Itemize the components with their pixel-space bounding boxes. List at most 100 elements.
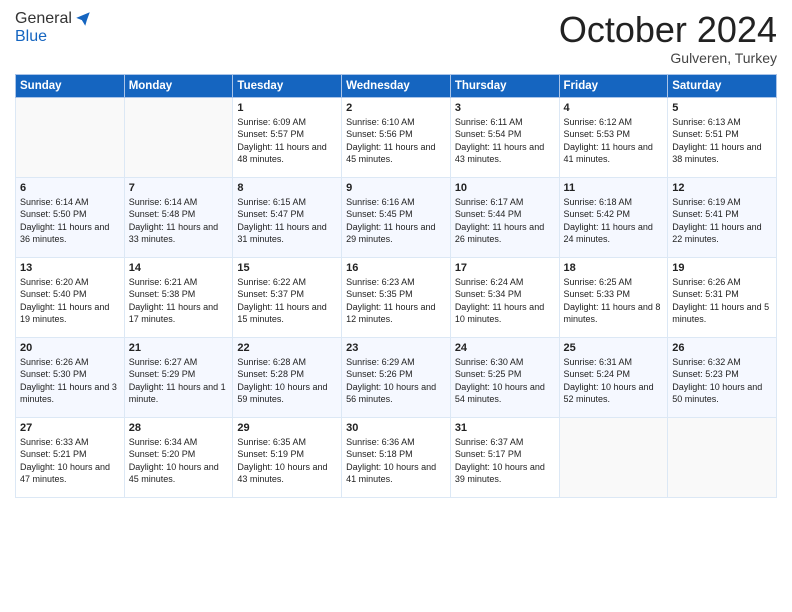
day-number: 2 xyxy=(346,102,446,114)
day-info: Sunrise: 6:36 AMSunset: 5:18 PMDaylight:… xyxy=(346,436,446,486)
title-block: October 2024 Gulveren, Turkey xyxy=(559,10,777,66)
day-number: 27 xyxy=(20,422,120,434)
calendar-header-row: SundayMondayTuesdayWednesdayThursdayFrid… xyxy=(16,74,777,97)
day-info: Sunrise: 6:12 AMSunset: 5:53 PMDaylight:… xyxy=(564,116,664,166)
day-info: Sunrise: 6:11 AMSunset: 5:54 PMDaylight:… xyxy=(455,116,555,166)
calendar-cell: 11 Sunrise: 6:18 AMSunset: 5:42 PMDayligh… xyxy=(559,177,668,257)
day-number: 25 xyxy=(564,342,664,354)
logo: General Blue xyxy=(15,10,92,46)
day-info: Sunrise: 6:34 AMSunset: 5:20 PMDaylight:… xyxy=(129,436,229,486)
calendar-cell: 2 Sunrise: 6:10 AMSunset: 5:56 PMDaylight… xyxy=(342,97,451,177)
day-number: 5 xyxy=(672,102,772,114)
day-info: Sunrise: 6:15 AMSunset: 5:47 PMDaylight:… xyxy=(237,196,337,246)
day-info: Sunrise: 6:20 AMSunset: 5:40 PMDaylight:… xyxy=(20,276,120,326)
calendar-cell xyxy=(16,97,125,177)
calendar-cell: 9 Sunrise: 6:16 AMSunset: 5:45 PMDaylight… xyxy=(342,177,451,257)
calendar-day-header: Tuesday xyxy=(233,74,342,97)
calendar-cell: 23Sunrise: 6:29 AMSunset: 5:26 PMDayligh… xyxy=(342,337,451,417)
day-info: Sunrise: 6:25 AMSunset: 5:33 PMDaylight:… xyxy=(564,276,664,326)
calendar-cell: 5 Sunrise: 6:13 AMSunset: 5:51 PMDaylight… xyxy=(668,97,777,177)
calendar-day-header: Wednesday xyxy=(342,74,451,97)
calendar-cell: 28 Sunrise: 6:34 AMSunset: 5:20 PMDayligh… xyxy=(124,417,233,497)
calendar-table: SundayMondayTuesdayWednesdayThursdayFrid… xyxy=(15,74,777,498)
day-number: 31 xyxy=(455,422,555,434)
day-number: 3 xyxy=(455,102,555,114)
day-number: 30 xyxy=(346,422,446,434)
calendar-cell: 16 Sunrise: 6:23 AMSunset: 5:35 PMDayligh… xyxy=(342,257,451,337)
calendar-day-header: Sunday xyxy=(16,74,125,97)
day-number: 11 xyxy=(564,182,664,194)
day-number: 8 xyxy=(237,182,337,194)
calendar-cell xyxy=(559,417,668,497)
day-info: Sunrise: 6:29 AMSunset: 5:26 PMDaylight:… xyxy=(346,356,446,406)
calendar-cell: 24 Sunrise: 6:30 AMSunset: 5:25 PMDayligh… xyxy=(450,337,559,417)
day-info: Sunrise: 6:22 AMSunset: 5:37 PMDaylight:… xyxy=(237,276,337,326)
day-number: 19 xyxy=(672,262,772,274)
day-number: 29 xyxy=(237,422,337,434)
day-number: 9 xyxy=(346,182,446,194)
day-info: Sunrise: 6:21 AMSunset: 5:38 PMDaylight:… xyxy=(129,276,229,326)
logo-blue-text: Blue xyxy=(15,28,47,45)
day-info: Sunrise: 6:33 AMSunset: 5:21 PMDaylight:… xyxy=(20,436,120,486)
calendar-cell: 22Sunrise: 6:28 AMSunset: 5:28 PMDayligh… xyxy=(233,337,342,417)
day-number: 16 xyxy=(346,262,446,274)
calendar-cell xyxy=(124,97,233,177)
header: General Blue October 2024 Gulveren, Turk… xyxy=(15,10,777,66)
calendar-cell: 31 Sunrise: 6:37 AMSunset: 5:17 PMDayligh… xyxy=(450,417,559,497)
day-number: 15 xyxy=(237,262,337,274)
calendar-day-header: Saturday xyxy=(668,74,777,97)
calendar-cell: 10 Sunrise: 6:17 AMSunset: 5:44 PMDayligh… xyxy=(450,177,559,257)
day-info: Sunrise: 6:18 AMSunset: 5:42 PMDaylight:… xyxy=(564,196,664,246)
day-info: Sunrise: 6:14 AMSunset: 5:50 PMDaylight:… xyxy=(20,196,120,246)
calendar-cell: 6 Sunrise: 6:14 AMSunset: 5:50 PMDaylight… xyxy=(16,177,125,257)
day-number: 28 xyxy=(129,422,229,434)
day-number: 12 xyxy=(672,182,772,194)
calendar-cell: 29Sunrise: 6:35 AMSunset: 5:19 PMDayligh… xyxy=(233,417,342,497)
calendar-week-row: 27 Sunrise: 6:33 AMSunset: 5:21 PMDayligh… xyxy=(16,417,777,497)
calendar-cell: 30 Sunrise: 6:36 AMSunset: 5:18 PMDayligh… xyxy=(342,417,451,497)
calendar-cell: 14Sunrise: 6:21 AMSunset: 5:38 PMDayligh… xyxy=(124,257,233,337)
calendar-week-row: 6 Sunrise: 6:14 AMSunset: 5:50 PMDaylight… xyxy=(16,177,777,257)
calendar-cell: 27 Sunrise: 6:33 AMSunset: 5:21 PMDayligh… xyxy=(16,417,125,497)
month-title: October 2024 xyxy=(559,10,777,50)
calendar-week-row: 13 Sunrise: 6:20 AMSunset: 5:40 PMDayligh… xyxy=(16,257,777,337)
day-info: Sunrise: 6:30 AMSunset: 5:25 PMDaylight:… xyxy=(455,356,555,406)
calendar-cell: 15 Sunrise: 6:22 AMSunset: 5:37 PMDayligh… xyxy=(233,257,342,337)
day-number: 20 xyxy=(20,342,120,354)
calendar-cell: 18 Sunrise: 6:25 AMSunset: 5:33 PMDayligh… xyxy=(559,257,668,337)
day-number: 13 xyxy=(20,262,120,274)
day-number: 24 xyxy=(455,342,555,354)
logo-general-text: General xyxy=(15,10,72,28)
day-info: Sunrise: 6:19 AMSunset: 5:41 PMDaylight:… xyxy=(672,196,772,246)
calendar-cell: 25 Sunrise: 6:31 AMSunset: 5:24 PMDayligh… xyxy=(559,337,668,417)
day-info: Sunrise: 6:16 AMSunset: 5:45 PMDaylight:… xyxy=(346,196,446,246)
calendar-cell: 13 Sunrise: 6:20 AMSunset: 5:40 PMDayligh… xyxy=(16,257,125,337)
day-info: Sunrise: 6:24 AMSunset: 5:34 PMDaylight:… xyxy=(455,276,555,326)
day-info: Sunrise: 6:37 AMSunset: 5:17 PMDaylight:… xyxy=(455,436,555,486)
day-number: 17 xyxy=(455,262,555,274)
calendar-week-row: 1 Sunrise: 6:09 AMSunset: 5:57 PMDaylight… xyxy=(16,97,777,177)
day-number: 22 xyxy=(237,342,337,354)
calendar-cell: 20Sunrise: 6:26 AMSunset: 5:30 PMDayligh… xyxy=(16,337,125,417)
day-number: 18 xyxy=(564,262,664,274)
day-number: 7 xyxy=(129,182,229,194)
calendar-cell: 19Sunrise: 6:26 AMSunset: 5:31 PMDayligh… xyxy=(668,257,777,337)
day-info: Sunrise: 6:23 AMSunset: 5:35 PMDaylight:… xyxy=(346,276,446,326)
day-info: Sunrise: 6:13 AMSunset: 5:51 PMDaylight:… xyxy=(672,116,772,166)
day-info: Sunrise: 6:17 AMSunset: 5:44 PMDaylight:… xyxy=(455,196,555,246)
day-info: Sunrise: 6:10 AMSunset: 5:56 PMDaylight:… xyxy=(346,116,446,166)
calendar-cell: 26Sunrise: 6:32 AMSunset: 5:23 PMDayligh… xyxy=(668,337,777,417)
calendar-cell: 21Sunrise: 6:27 AMSunset: 5:29 PMDayligh… xyxy=(124,337,233,417)
calendar-day-header: Monday xyxy=(124,74,233,97)
calendar-day-header: Friday xyxy=(559,74,668,97)
calendar-cell: 8 Sunrise: 6:15 AMSunset: 5:47 PMDaylight… xyxy=(233,177,342,257)
calendar-week-row: 20Sunrise: 6:26 AMSunset: 5:30 PMDayligh… xyxy=(16,337,777,417)
day-number: 1 xyxy=(237,102,337,114)
day-info: Sunrise: 6:27 AMSunset: 5:29 PMDaylight:… xyxy=(129,356,229,406)
day-number: 6 xyxy=(20,182,120,194)
day-info: Sunrise: 6:31 AMSunset: 5:24 PMDaylight:… xyxy=(564,356,664,406)
day-number: 10 xyxy=(455,182,555,194)
calendar-cell xyxy=(668,417,777,497)
calendar-cell: 17 Sunrise: 6:24 AMSunset: 5:34 PMDayligh… xyxy=(450,257,559,337)
day-info: Sunrise: 6:09 AMSunset: 5:57 PMDaylight:… xyxy=(237,116,337,166)
